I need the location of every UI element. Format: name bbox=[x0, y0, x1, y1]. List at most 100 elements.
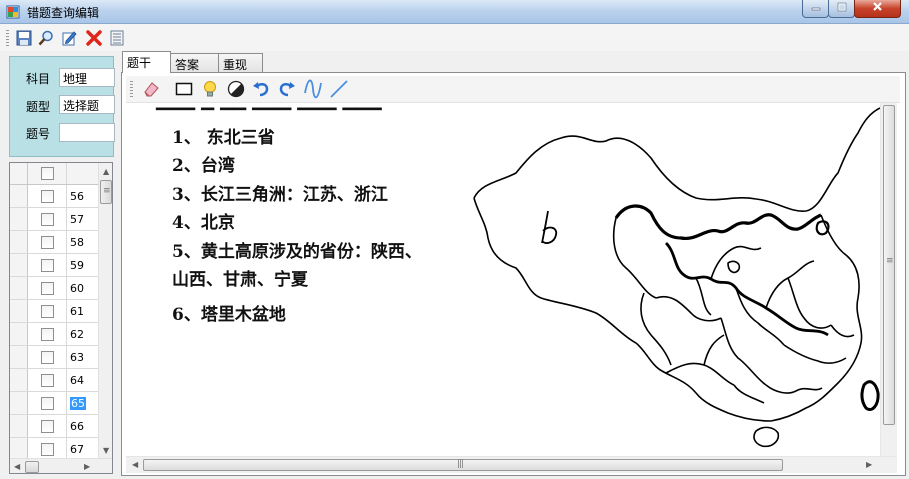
row-checkbox[interactable] bbox=[41, 397, 54, 410]
row-header[interactable] bbox=[10, 346, 28, 368]
row-checkbox[interactable] bbox=[41, 351, 54, 364]
row-checkbox[interactable] bbox=[41, 259, 54, 272]
list-scroll-thumb[interactable]: ≡ bbox=[100, 180, 112, 204]
list-horizontal-scrollbar[interactable]: ◀ ▶ bbox=[10, 458, 112, 473]
row-header[interactable] bbox=[10, 300, 28, 322]
row-header[interactable] bbox=[10, 185, 28, 207]
answer-line-6: 山西、甘肃、宁夏 bbox=[172, 270, 308, 290]
row-header[interactable] bbox=[10, 415, 28, 437]
lightbulb-button[interactable] bbox=[199, 78, 221, 100]
question-number[interactable]: 65 bbox=[70, 397, 86, 410]
line-button[interactable] bbox=[328, 78, 350, 100]
row-checkbox[interactable] bbox=[41, 236, 54, 249]
subject-field[interactable]: 地理 bbox=[59, 68, 115, 87]
delete-button[interactable] bbox=[84, 28, 104, 48]
rectangle-button[interactable] bbox=[173, 78, 195, 100]
list-item[interactable]: 65 bbox=[10, 392, 98, 415]
list-vertical-scrollbar[interactable]: ▲ ≡ ▼ bbox=[98, 163, 112, 458]
question-number[interactable]: 62 bbox=[70, 328, 84, 341]
row-header[interactable] bbox=[10, 208, 28, 230]
question-number[interactable]: 58 bbox=[70, 236, 84, 249]
list-hscroll-thumb[interactable] bbox=[25, 461, 39, 473]
row-header[interactable] bbox=[10, 392, 28, 414]
row-header[interactable] bbox=[10, 254, 28, 276]
canvas-hthumb-grip: ||| bbox=[457, 459, 464, 469]
drawing-toolbar bbox=[126, 76, 900, 103]
list-item[interactable]: 57 bbox=[10, 208, 98, 231]
question-number[interactable]: 61 bbox=[70, 305, 84, 318]
row-header[interactable] bbox=[10, 438, 28, 460]
maximize-button[interactable] bbox=[828, 0, 855, 18]
list-item[interactable]: 62 bbox=[10, 323, 98, 346]
row-checkbox[interactable] bbox=[41, 190, 54, 203]
row-checkbox[interactable] bbox=[41, 443, 54, 456]
title-bar: 错题查询编辑 bbox=[0, 0, 909, 24]
column-divider bbox=[66, 438, 67, 460]
undo-button[interactable] bbox=[250, 78, 272, 100]
question-number[interactable]: 56 bbox=[70, 190, 84, 203]
row-checkbox[interactable] bbox=[41, 420, 54, 433]
list-button[interactable] bbox=[107, 28, 127, 48]
row-header[interactable] bbox=[10, 277, 28, 299]
question-number[interactable]: 59 bbox=[70, 259, 84, 272]
number-field[interactable] bbox=[59, 123, 115, 142]
close-button[interactable] bbox=[854, 0, 901, 18]
minimize-button[interactable] bbox=[802, 0, 829, 18]
rectangle-icon bbox=[175, 82, 193, 96]
list-item[interactable]: 60 bbox=[10, 277, 98, 300]
list-item[interactable]: 66 bbox=[10, 415, 98, 438]
row-checkbox[interactable] bbox=[41, 328, 54, 341]
list-item[interactable]: 63 bbox=[10, 346, 98, 369]
contrast-button[interactable] bbox=[225, 78, 247, 100]
canvas-horizontal-scrollbar[interactable]: ◀ ||| ▶ bbox=[126, 456, 897, 473]
window-title: 错题查询编辑 bbox=[27, 6, 100, 20]
question-number[interactable]: 63 bbox=[70, 351, 84, 364]
search-button[interactable] bbox=[36, 28, 56, 48]
canvas-vertical-scrollbar[interactable]: ≡ bbox=[880, 103, 897, 456]
drawing-canvas[interactable]: · ▁▁▁ ▁ ▁▁ ▁▁▁ ▁▁▁ ▁▁▁ 1、 东北三省 2、台湾 3、长江… bbox=[126, 103, 880, 456]
row-header[interactable] bbox=[10, 231, 28, 253]
row-checkbox[interactable] bbox=[41, 374, 54, 387]
scroll-down-icon[interactable]: ▼ bbox=[103, 446, 109, 455]
app-icon bbox=[6, 5, 20, 19]
row-checkbox[interactable] bbox=[41, 282, 54, 295]
tab-answer[interactable]: 答案 bbox=[170, 53, 219, 72]
question-number[interactable]: 67 bbox=[70, 443, 84, 456]
list-item[interactable]: 59 bbox=[10, 254, 98, 277]
tab-reproduce[interactable]: 重现 bbox=[218, 53, 263, 72]
scroll-up-icon[interactable]: ▲ bbox=[103, 167, 109, 176]
canvas-scroll-right-icon[interactable]: ▶ bbox=[866, 460, 872, 469]
list-item[interactable]: 64 bbox=[10, 369, 98, 392]
type-field[interactable]: 选择题 bbox=[59, 95, 115, 114]
edit-icon bbox=[62, 31, 77, 46]
row-header[interactable] bbox=[10, 369, 28, 391]
edit-button[interactable] bbox=[60, 28, 80, 48]
question-number[interactable]: 57 bbox=[70, 213, 84, 226]
list-item[interactable]: 58 bbox=[10, 231, 98, 254]
answer-line-1: 1、 东北三省 bbox=[172, 128, 275, 148]
scroll-left-icon[interactable]: ◀ bbox=[14, 462, 20, 471]
question-number[interactable]: 66 bbox=[70, 420, 84, 433]
drawing-toolbar-grip[interactable] bbox=[130, 81, 133, 97]
toolbar-grip[interactable] bbox=[6, 30, 9, 46]
question-number[interactable]: 60 bbox=[70, 282, 84, 295]
curve-button[interactable] bbox=[302, 78, 324, 100]
save-button[interactable] bbox=[14, 28, 34, 48]
scroll-right-icon[interactable]: ▶ bbox=[84, 462, 90, 471]
column-divider bbox=[66, 277, 67, 299]
redo-button[interactable] bbox=[276, 78, 298, 100]
list-item[interactable]: 56 bbox=[10, 185, 98, 208]
canvas-hscroll-thumb[interactable]: ||| bbox=[143, 459, 783, 471]
tab-question[interactable]: 题干 bbox=[122, 51, 171, 73]
list-icon bbox=[110, 30, 124, 46]
question-number[interactable]: 64 bbox=[70, 374, 84, 387]
canvas-scroll-left-icon[interactable]: ◀ bbox=[132, 460, 138, 469]
list-item[interactable]: 61 bbox=[10, 300, 98, 323]
row-header[interactable] bbox=[10, 323, 28, 345]
row-checkbox[interactable] bbox=[41, 213, 54, 226]
row-checkbox[interactable] bbox=[41, 305, 54, 318]
select-all-checkbox[interactable] bbox=[41, 167, 54, 180]
eraser-button[interactable] bbox=[140, 78, 162, 100]
row-header-column bbox=[10, 163, 28, 184]
canvas-vscroll-thumb[interactable]: ≡ bbox=[883, 105, 895, 425]
